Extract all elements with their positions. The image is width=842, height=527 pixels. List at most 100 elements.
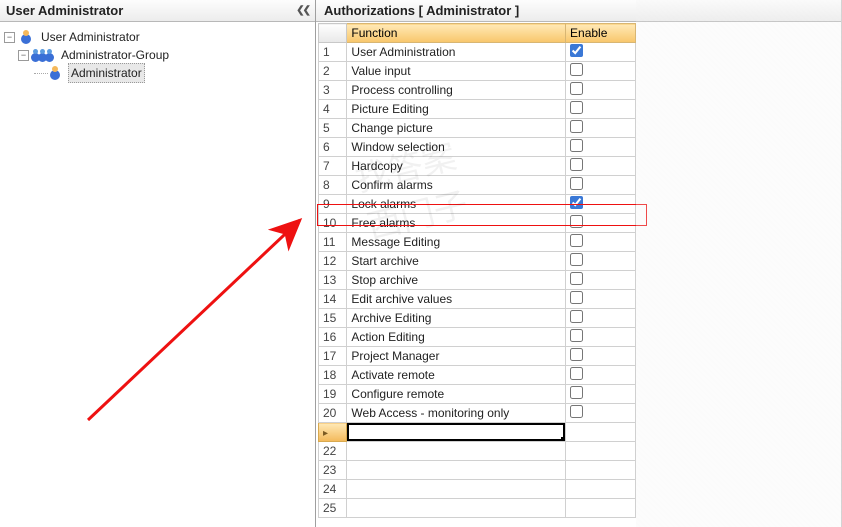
table-row[interactable]: 11Message Editing: [319, 233, 636, 252]
enable-cell[interactable]: [566, 214, 636, 233]
table-row[interactable]: 13Stop archive: [319, 271, 636, 290]
enable-checkbox[interactable]: [570, 291, 583, 304]
table-row[interactable]: 9Lock alarms: [319, 195, 636, 214]
row-number[interactable]: 24: [319, 480, 347, 499]
enable-cell[interactable]: [566, 271, 636, 290]
row-number[interactable]: 11: [319, 233, 347, 252]
function-cell[interactable]: Action Editing: [347, 328, 566, 347]
table-row[interactable]: 25: [319, 499, 636, 518]
enable-checkbox[interactable]: [570, 158, 583, 171]
row-number[interactable]: 23: [319, 461, 347, 480]
enable-cell[interactable]: [566, 328, 636, 347]
table-row[interactable]: 1User Administration: [319, 43, 636, 62]
row-number[interactable]: 17: [319, 347, 347, 366]
function-cell[interactable]: Configure remote: [347, 385, 566, 404]
enable-cell[interactable]: [566, 461, 636, 480]
function-cell[interactable]: [347, 461, 566, 480]
collapse-icon[interactable]: ❮❮: [296, 5, 309, 16]
function-cell[interactable]: Value input: [347, 62, 566, 81]
table-row[interactable]: 19Configure remote: [319, 385, 636, 404]
function-cell[interactable]: [347, 480, 566, 499]
enable-checkbox[interactable]: [570, 177, 583, 190]
row-number[interactable]: [319, 423, 347, 442]
table-row[interactable]: 18Activate remote: [319, 366, 636, 385]
enable-checkbox[interactable]: [570, 253, 583, 266]
function-cell[interactable]: Stop archive: [347, 271, 566, 290]
function-cell[interactable]: Message Editing: [347, 233, 566, 252]
enable-checkbox[interactable]: [570, 386, 583, 399]
row-number[interactable]: 6: [319, 138, 347, 157]
function-cell[interactable]: Archive Editing: [347, 309, 566, 328]
row-number[interactable]: 25: [319, 499, 347, 518]
col-enable[interactable]: Enable: [566, 24, 636, 43]
enable-checkbox[interactable]: [570, 44, 583, 57]
function-cell[interactable]: User Administration: [347, 43, 566, 62]
table-row[interactable]: 22: [319, 442, 636, 461]
enable-cell[interactable]: [566, 404, 636, 423]
table-row[interactable]: 7Hardcopy: [319, 157, 636, 176]
row-number[interactable]: 4: [319, 100, 347, 119]
table-row[interactable]: 14Edit archive values: [319, 290, 636, 309]
enable-cell[interactable]: [566, 195, 636, 214]
enable-cell[interactable]: [566, 100, 636, 119]
table-row[interactable]: 15Archive Editing: [319, 309, 636, 328]
row-number[interactable]: 8: [319, 176, 347, 195]
function-cell[interactable]: Lock alarms: [347, 195, 566, 214]
expand-icon[interactable]: −: [18, 50, 29, 61]
function-cell[interactable]: Window selection: [347, 138, 566, 157]
enable-cell[interactable]: [566, 442, 636, 461]
function-cell[interactable]: Edit archive values: [347, 290, 566, 309]
enable-checkbox[interactable]: [570, 367, 583, 380]
table-row[interactable]: 16Action Editing: [319, 328, 636, 347]
enable-checkbox[interactable]: [570, 310, 583, 323]
enable-cell[interactable]: [566, 423, 636, 442]
function-cell[interactable]: Activate remote: [347, 366, 566, 385]
enable-cell[interactable]: [566, 480, 636, 499]
enable-cell[interactable]: [566, 176, 636, 195]
function-cell[interactable]: Change picture: [347, 119, 566, 138]
tree-group-row[interactable]: − Administrator-Group: [4, 46, 311, 64]
enable-cell[interactable]: [566, 309, 636, 328]
function-cell[interactable]: Free alarms: [347, 214, 566, 233]
enable-checkbox[interactable]: [570, 139, 583, 152]
table-row[interactable]: 24: [319, 480, 636, 499]
table-row[interactable]: 4Picture Editing: [319, 100, 636, 119]
enable-cell[interactable]: [566, 43, 636, 62]
enable-cell[interactable]: [566, 138, 636, 157]
row-number[interactable]: 9: [319, 195, 347, 214]
function-cell[interactable]: Picture Editing: [347, 100, 566, 119]
row-number[interactable]: 10: [319, 214, 347, 233]
enable-checkbox[interactable]: [570, 348, 583, 361]
table-row[interactable]: [319, 423, 636, 442]
enable-checkbox[interactable]: [570, 215, 583, 228]
table-row[interactable]: 12Start archive: [319, 252, 636, 271]
tree-user-row[interactable]: Administrator: [4, 64, 311, 82]
col-function[interactable]: Function: [347, 24, 566, 43]
enable-checkbox[interactable]: [570, 63, 583, 76]
row-number[interactable]: 20: [319, 404, 347, 423]
function-cell[interactable]: Start archive: [347, 252, 566, 271]
row-number[interactable]: 18: [319, 366, 347, 385]
enable-cell[interactable]: [566, 157, 636, 176]
function-cell-edit[interactable]: [347, 423, 566, 442]
enable-checkbox[interactable]: [570, 101, 583, 114]
row-number[interactable]: 7: [319, 157, 347, 176]
table-row[interactable]: 5Change picture: [319, 119, 636, 138]
function-cell[interactable]: Confirm alarms: [347, 176, 566, 195]
enable-checkbox[interactable]: [570, 196, 583, 209]
row-number[interactable]: 12: [319, 252, 347, 271]
enable-checkbox[interactable]: [570, 405, 583, 418]
table-row[interactable]: 17Project Manager: [319, 347, 636, 366]
row-number[interactable]: 16: [319, 328, 347, 347]
row-number[interactable]: 2: [319, 62, 347, 81]
grid-corner[interactable]: [319, 24, 347, 43]
row-number[interactable]: 19: [319, 385, 347, 404]
table-row[interactable]: 2Value input: [319, 62, 636, 81]
enable-cell[interactable]: [566, 347, 636, 366]
table-row[interactable]: 3Process controlling: [319, 81, 636, 100]
table-row[interactable]: 20Web Access - monitoring only: [319, 404, 636, 423]
function-cell[interactable]: Process controlling: [347, 81, 566, 100]
enable-checkbox[interactable]: [570, 272, 583, 285]
table-row[interactable]: 8Confirm alarms: [319, 176, 636, 195]
enable-cell[interactable]: [566, 499, 636, 518]
